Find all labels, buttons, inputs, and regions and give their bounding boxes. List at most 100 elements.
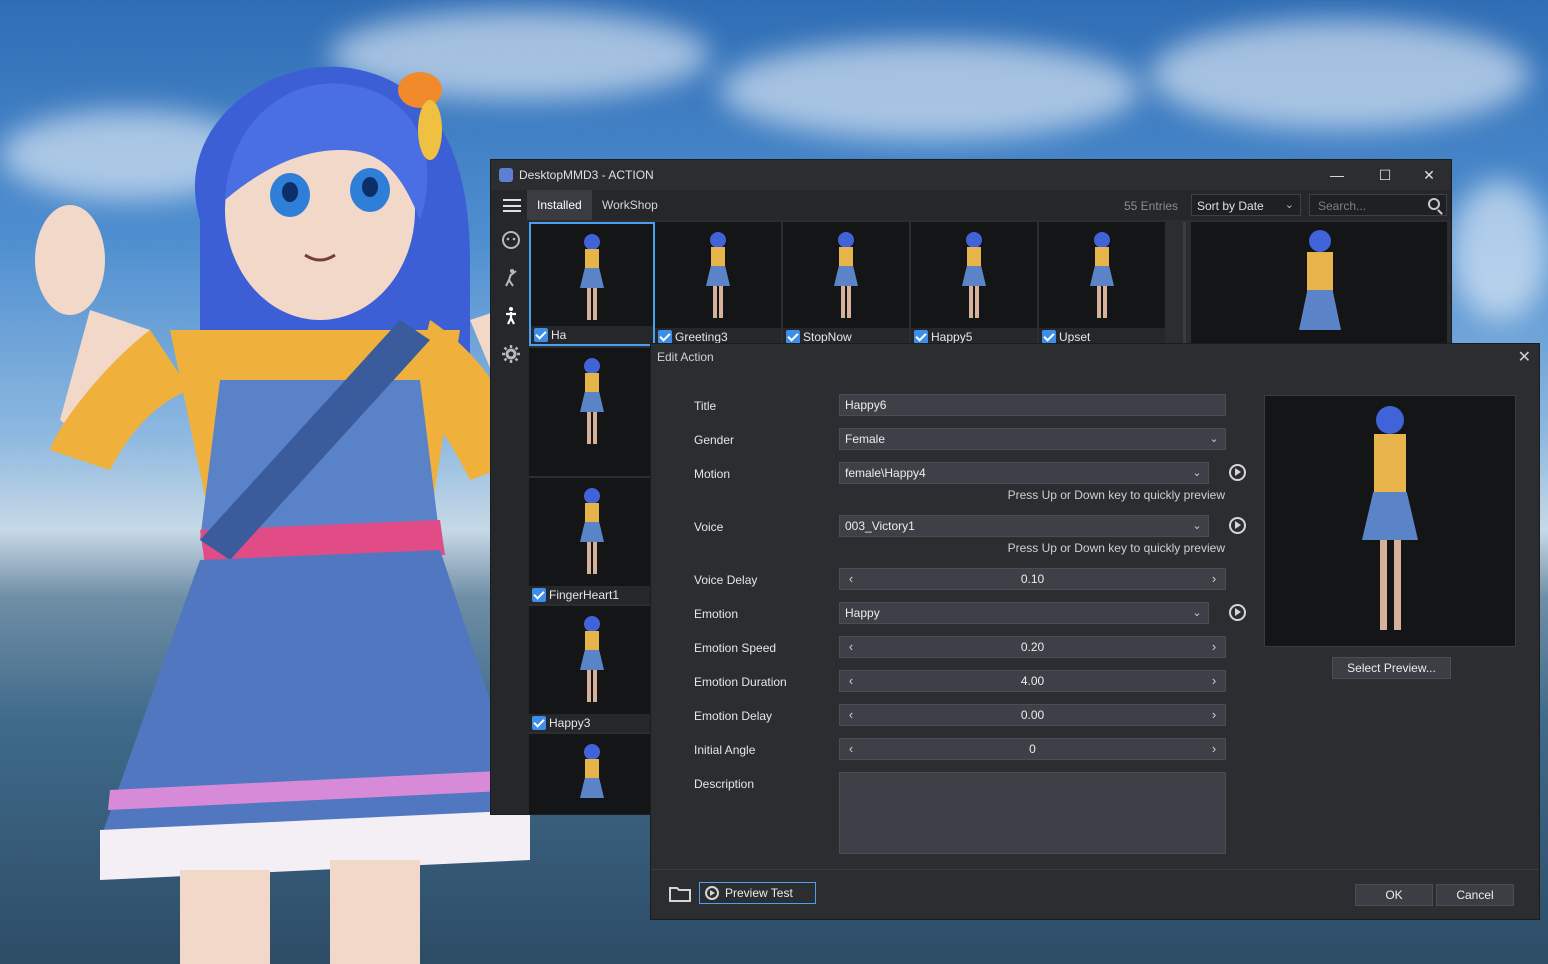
cancel-button[interactable]: Cancel [1436,884,1514,906]
initial-angle-stepper[interactable]: ‹ 0 › [839,738,1226,760]
voice-delay-label: Voice Delay [694,573,758,587]
character-thumbnail-image [704,232,732,328]
entries-count: 55 Entries [1124,199,1179,213]
sort-dropdown[interactable]: Sort by Date ⌄ [1191,194,1301,216]
thumbnail-label: Ha [531,326,653,344]
action-thumbnail[interactable]: StopNow [783,222,909,346]
chevron-down-icon: ⌄ [1192,607,1202,619]
emotion-duration-value: 4.00 [1020,674,1045,688]
folder-icon[interactable] [668,884,692,904]
action-thumbnail[interactable] [529,734,655,814]
increment-icon[interactable]: › [1206,739,1222,759]
emotion-label: Emotion [694,607,739,621]
search-placeholder: Search... [1318,199,1367,213]
title-label: Title [694,399,717,413]
character-thumbnail-image [832,232,860,328]
action-thumbnail[interactable]: Upset [1039,222,1165,346]
voice-play-icon[interactable] [1229,517,1246,534]
character-thumbnail-image [578,616,606,712]
dialog-divider [651,869,1539,870]
preview-test-label: Preview Test [725,886,793,900]
sort-label: Sort by Date [1197,199,1264,213]
emotion-duration-stepper[interactable]: ‹ 4.00 › [839,670,1226,692]
window-title: DesktopMMD3 - ACTION [519,168,654,182]
motion-label: Motion [694,467,731,481]
chevron-down-icon: ⌄ [1192,520,1202,532]
character-thumbnail-image [960,232,988,328]
thumbnail-checkbox[interactable] [532,588,546,602]
edit-action-dialog: Edit Action ✕ Title Happy6 Gender Female… [650,343,1540,920]
increment-icon[interactable]: › [1206,671,1222,691]
gender-dropdown[interactable]: Female ⌄ [839,428,1226,450]
thumbnail-checkbox[interactable] [658,330,672,344]
background-cloud [720,40,1140,140]
tab-bar: Installed WorkShop 55 Entries Sort by Da… [491,190,1451,220]
panel-divider[interactable] [1183,222,1186,344]
emotion-dropdown[interactable]: Happy ⌄ [839,602,1209,624]
app-icon [499,168,513,182]
chevron-down-icon: ⌄ [1192,467,1202,479]
action-thumbnail[interactable] [529,348,655,476]
minimize-button[interactable]: — [1317,164,1357,186]
increment-icon[interactable]: › [1206,705,1222,725]
background-cloud [1450,180,1548,320]
search-input[interactable]: Search... [1309,194,1447,216]
dialog-close-button[interactable]: ✕ [1518,347,1531,367]
tab-workshop[interactable]: WorkShop [592,190,668,220]
decrement-icon[interactable]: ‹ [843,637,859,657]
chevron-down-icon: ⌄ [1284,199,1294,211]
motion-play-icon[interactable] [1229,464,1246,481]
voice-value: 003_Victory1 [845,519,915,533]
action-thumbnail[interactable]: Happy3 [529,606,655,732]
emotion-speed-label: Emotion Speed [694,641,777,655]
decrement-icon[interactable]: ‹ [843,739,859,759]
close-button[interactable]: ✕ [1409,164,1449,186]
emotion-speed-stepper[interactable]: ‹ 0.20 › [839,636,1226,658]
motion-value: female\Happy4 [845,466,926,480]
thumbnail-checkbox[interactable] [532,716,546,730]
voice-delay-stepper[interactable]: ‹ 0.10 › [839,568,1226,590]
ok-button[interactable]: OK [1355,884,1433,906]
search-icon[interactable] [1428,198,1440,210]
character-thumbnail-image [578,358,606,454]
voice-dropdown[interactable]: 003_Victory1 ⌄ [839,515,1209,537]
increment-icon[interactable]: › [1206,569,1222,589]
thumbnail-label: FingerHeart1 [529,586,655,604]
action-icon[interactable] [501,306,521,326]
emotion-delay-stepper[interactable]: ‹ 0.00 › [839,704,1226,726]
dance-icon[interactable] [501,268,521,288]
gear-icon[interactable] [501,344,521,364]
title-input[interactable]: Happy6 [839,394,1226,416]
increment-icon[interactable]: › [1206,637,1222,657]
decrement-icon[interactable]: ‹ [843,569,859,589]
motion-dropdown[interactable]: female\Happy4 ⌄ [839,462,1209,484]
emotion-delay-label: Emotion Delay [694,709,773,723]
thumbnail-checkbox[interactable] [786,330,800,344]
initial-angle-value: 0 [1029,742,1036,756]
tab-installed[interactable]: Installed [527,190,592,220]
emotion-play-icon[interactable] [1229,604,1246,621]
action-thumbnail[interactable]: FingerHeart1 [529,478,655,604]
description-textarea[interactable] [839,772,1226,854]
action-thumbnail[interactable]: Ha [529,222,655,346]
voice-delay-value: 0.10 [1020,572,1045,586]
hamburger-menu-icon[interactable] [503,199,521,212]
title-bar: DesktopMMD3 - ACTION — ☐ ✕ [491,160,1451,190]
preview-test-button[interactable]: Preview Test [699,882,816,904]
action-thumbnail[interactable]: Happy5 [911,222,1037,346]
decrement-icon[interactable]: ‹ [843,705,859,725]
action-preview-image [1264,395,1516,647]
thumbnail-checkbox[interactable] [914,330,928,344]
chevron-down-icon: ⌄ [1209,433,1219,445]
select-preview-button[interactable]: Select Preview... [1332,657,1451,679]
decrement-icon[interactable]: ‹ [843,671,859,691]
gender-value: Female [845,432,886,446]
emotion-delay-value: 0.00 [1020,708,1045,722]
action-thumbnail[interactable]: Greeting3 [655,222,781,346]
desktop-mascot-image [35,66,560,964]
thumbnail-checkbox[interactable] [1042,330,1056,344]
emotion-value: Happy [845,606,880,620]
face-icon[interactable] [501,230,521,250]
maximize-button[interactable]: ☐ [1365,164,1405,186]
thumbnail-checkbox[interactable] [534,328,548,342]
